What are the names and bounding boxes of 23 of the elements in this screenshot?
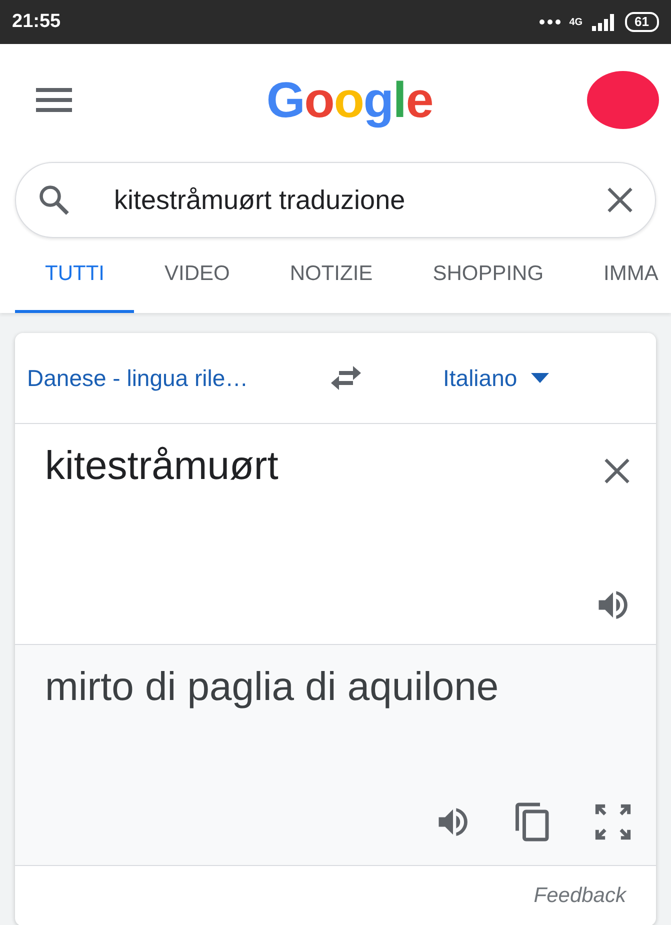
feedback-link[interactable]: Feedback [534,884,626,908]
search-input[interactable]: kitestråmuørt traduzione [112,184,565,216]
tab[interactable]: IMMA [574,238,671,313]
clear-icon[interactable] [602,456,632,486]
google-logo[interactable]: Google [266,71,433,129]
close-icon[interactable] [605,185,635,215]
menu-icon[interactable] [36,87,72,113]
fullscreen-icon[interactable] [594,803,632,841]
network-type: 4G [569,16,583,28]
tab[interactable]: NOTIZIE [260,238,403,313]
translation-text: mirto di paglia di aquilone [45,665,500,710]
tab[interactable]: VIDEO [134,238,260,313]
battery-level: 61 [624,12,659,32]
signal-icon [590,13,617,31]
signal-dots-icon [539,19,562,25]
source-language[interactable]: Danese - lingua rile… [27,364,307,392]
dropdown-caret-icon[interactable] [531,373,550,383]
tab[interactable]: TUTTI [15,238,134,313]
source-text: kitestråmuørt [45,444,278,489]
status-time: 21:55 [12,11,62,33]
tab[interactable]: SHOPPING [402,238,574,313]
target-language[interactable]: Italiano [443,364,550,392]
search-bar[interactable]: kitestråmuørt traduzione [15,162,656,238]
